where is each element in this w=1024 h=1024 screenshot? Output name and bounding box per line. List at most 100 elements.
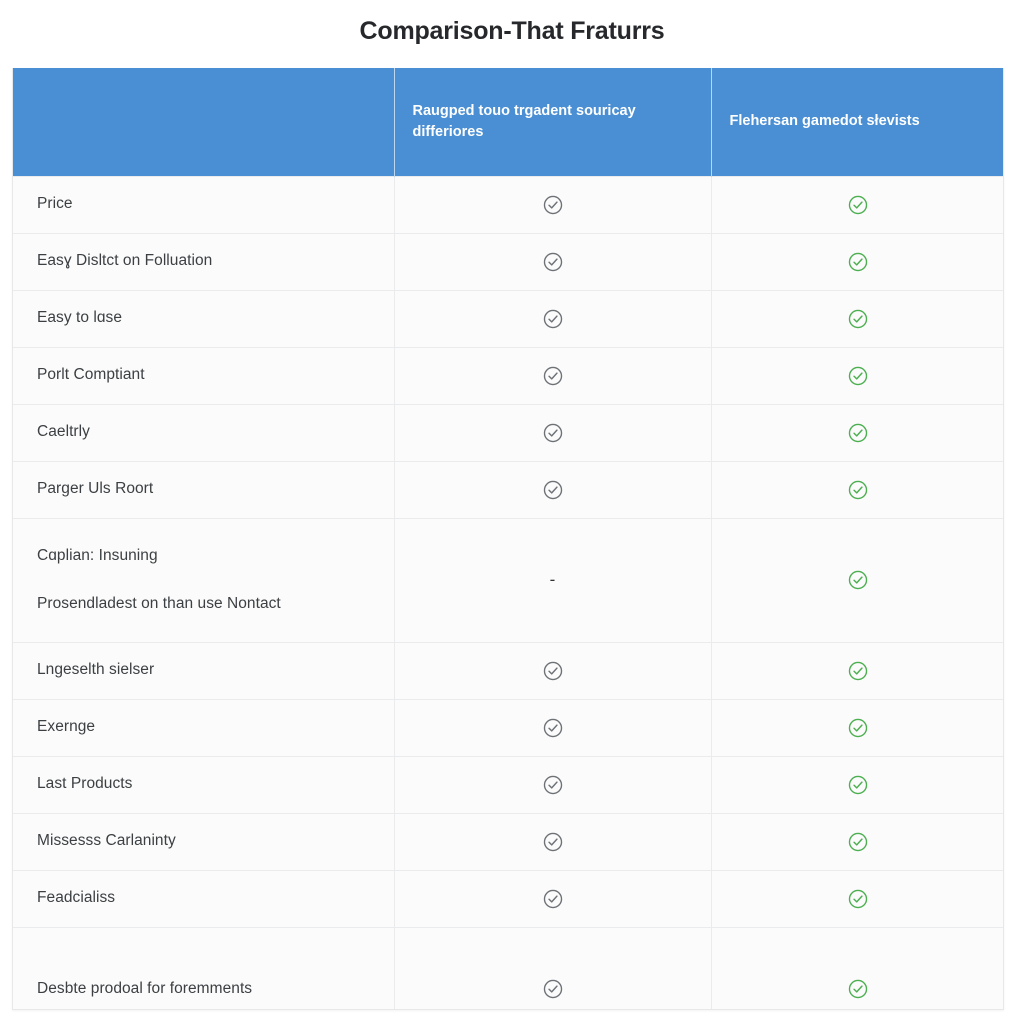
table-row: Desbte prodoal for foremments	[13, 926, 1003, 1009]
header-cell-right[interactable]: Flehersan gamedot słevists	[711, 68, 1003, 176]
header-label-right: Flehersan gamedot słevists	[729, 113, 920, 130]
page-title: Comparison-That Fraturrs	[359, 17, 665, 45]
table-row: Porlt Comptiant	[13, 346, 1003, 404]
feature-label-cell: Desbte prodoal for foremments	[13, 926, 395, 1009]
feature-label: Easy to lɑse	[37, 309, 123, 327]
circle-check-icon	[542, 365, 564, 387]
right-column-cell	[711, 869, 1003, 927]
feature-label: Parger Uls Roort	[37, 480, 154, 498]
table-row: Easɣ Disltct on Folluation	[13, 232, 1003, 290]
circle-check-icon	[542, 308, 564, 330]
middle-column-cell	[394, 755, 712, 813]
feature-label-cell: Parger Uls Roort	[13, 460, 395, 518]
feature-label-cell: Cɑplian: Insuning Prosendladest on than u…	[13, 517, 395, 642]
circle-check-icon	[542, 978, 564, 1000]
circle-check-icon	[847, 774, 869, 796]
circle-check-icon	[542, 422, 564, 444]
middle-column-cell	[394, 812, 712, 870]
middle-column-cell	[394, 346, 712, 404]
feature-label-cell: Porlt Comptiant	[13, 346, 395, 404]
feature-label: Last Products	[37, 775, 133, 793]
circle-check-icon	[847, 660, 869, 682]
feature-label-cell: Missesss Carlaninty	[13, 812, 395, 870]
header-cell-feature	[13, 68, 395, 176]
feature-label-cell: Easɣ Disltct on Folluation	[13, 232, 395, 290]
right-column-cell	[711, 812, 1003, 870]
feature-label: Exernge	[37, 718, 96, 736]
feature-label-cell: Feadcialiss	[13, 869, 395, 927]
feature-label: Desbte prodoal for foremments	[37, 980, 253, 998]
right-column-cell	[711, 460, 1003, 518]
middle-column-cell	[394, 460, 712, 518]
feature-label: Feadcialiss	[37, 889, 116, 907]
circle-check-icon	[847, 888, 869, 910]
middle-column-cell	[394, 698, 712, 756]
middle-column-cell	[394, 926, 712, 1009]
circle-check-icon	[847, 479, 869, 501]
feature-label-cell: Price	[13, 175, 395, 233]
middle-column-cell	[394, 232, 712, 290]
right-column-cell	[711, 175, 1003, 233]
table-row: Last Products	[13, 755, 1003, 813]
dash-glyph: -	[549, 570, 556, 590]
circle-check-icon	[847, 978, 869, 1000]
circle-check-icon	[847, 194, 869, 216]
right-column-cell	[711, 232, 1003, 290]
header-row: Raugped touo trgadent souricay differior…	[13, 68, 1003, 176]
feature-label-cell: Caeltrly	[13, 403, 395, 461]
table-row: Price	[13, 175, 1003, 233]
comparison-page: Comparison-That Fraturrs Raugped touo tr…	[0, 0, 1024, 1024]
comparison-table: Raugped touo trgadent souricay differior…	[13, 68, 1003, 1009]
table-row: Caeltrly	[13, 403, 1003, 461]
table-row: Exernge	[13, 698, 1003, 756]
feature-label: Cɑplian: Insuning	[37, 546, 158, 564]
middle-column-cell	[394, 641, 712, 699]
feature-label-cell: Last Products	[13, 755, 395, 813]
feature-label-cell: Lngeselth sielser	[13, 641, 395, 699]
feature-label-cell: Exernge	[13, 698, 395, 756]
table-row: Easy to lɑse	[13, 289, 1003, 347]
circle-check-icon	[542, 251, 564, 273]
right-column-cell	[711, 926, 1003, 1009]
feature-label: Easɣ Disltct on Folluation	[37, 252, 213, 270]
header-label-middle: Raugped touo trgadent souricay differior…	[412, 102, 636, 140]
circle-check-icon	[847, 569, 869, 591]
middle-column-cell	[394, 403, 712, 461]
circle-check-icon	[542, 479, 564, 501]
middle-column-cell	[394, 289, 712, 347]
table-row: Cɑplian: Insuning Prosendladest on than u…	[13, 517, 1003, 642]
table-row: Lngeselth sielser	[13, 641, 1003, 699]
table-row: Feadcialiss	[13, 869, 1003, 927]
circle-check-icon	[542, 194, 564, 216]
table-header: Raugped touo trgadent souricay differior…	[13, 68, 1003, 176]
circle-check-icon	[847, 308, 869, 330]
right-column-cell	[711, 346, 1003, 404]
right-column-cell	[711, 755, 1003, 813]
circle-check-icon	[847, 831, 869, 853]
table-row: Parger Uls Roort	[13, 460, 1003, 518]
middle-column-cell	[394, 175, 712, 233]
right-column-cell	[711, 403, 1003, 461]
circle-check-icon	[542, 831, 564, 853]
feature-sublabel: Prosendladest on than use Nontact	[37, 595, 281, 613]
circle-check-icon	[847, 717, 869, 739]
right-column-cell	[711, 289, 1003, 347]
feature-label: Porlt Comptiant	[37, 366, 145, 384]
feature-label: Missesss Carlaninty	[37, 832, 176, 850]
circle-check-icon	[542, 660, 564, 682]
feature-label: Caeltrly	[37, 423, 90, 441]
feature-label: Lngeselth sielser	[37, 661, 155, 679]
right-column-cell	[711, 517, 1003, 642]
circle-check-icon	[847, 422, 869, 444]
circle-check-icon	[542, 774, 564, 796]
circle-check-icon	[847, 365, 869, 387]
circle-check-icon	[542, 888, 564, 910]
table-body: Price Easɣ Disltct on Folluation Easy to l…	[13, 175, 1003, 1009]
middle-column-cell: -	[394, 517, 712, 642]
table-row: Missesss Carlaninty	[13, 812, 1003, 870]
right-column-cell	[711, 641, 1003, 699]
comparison-table-container: Raugped touo trgadent souricay differior…	[12, 68, 1004, 1010]
circle-check-icon	[542, 717, 564, 739]
header-cell-middle[interactable]: Raugped touo trgadent souricay differior…	[394, 68, 712, 176]
feature-label: Price	[37, 195, 73, 213]
